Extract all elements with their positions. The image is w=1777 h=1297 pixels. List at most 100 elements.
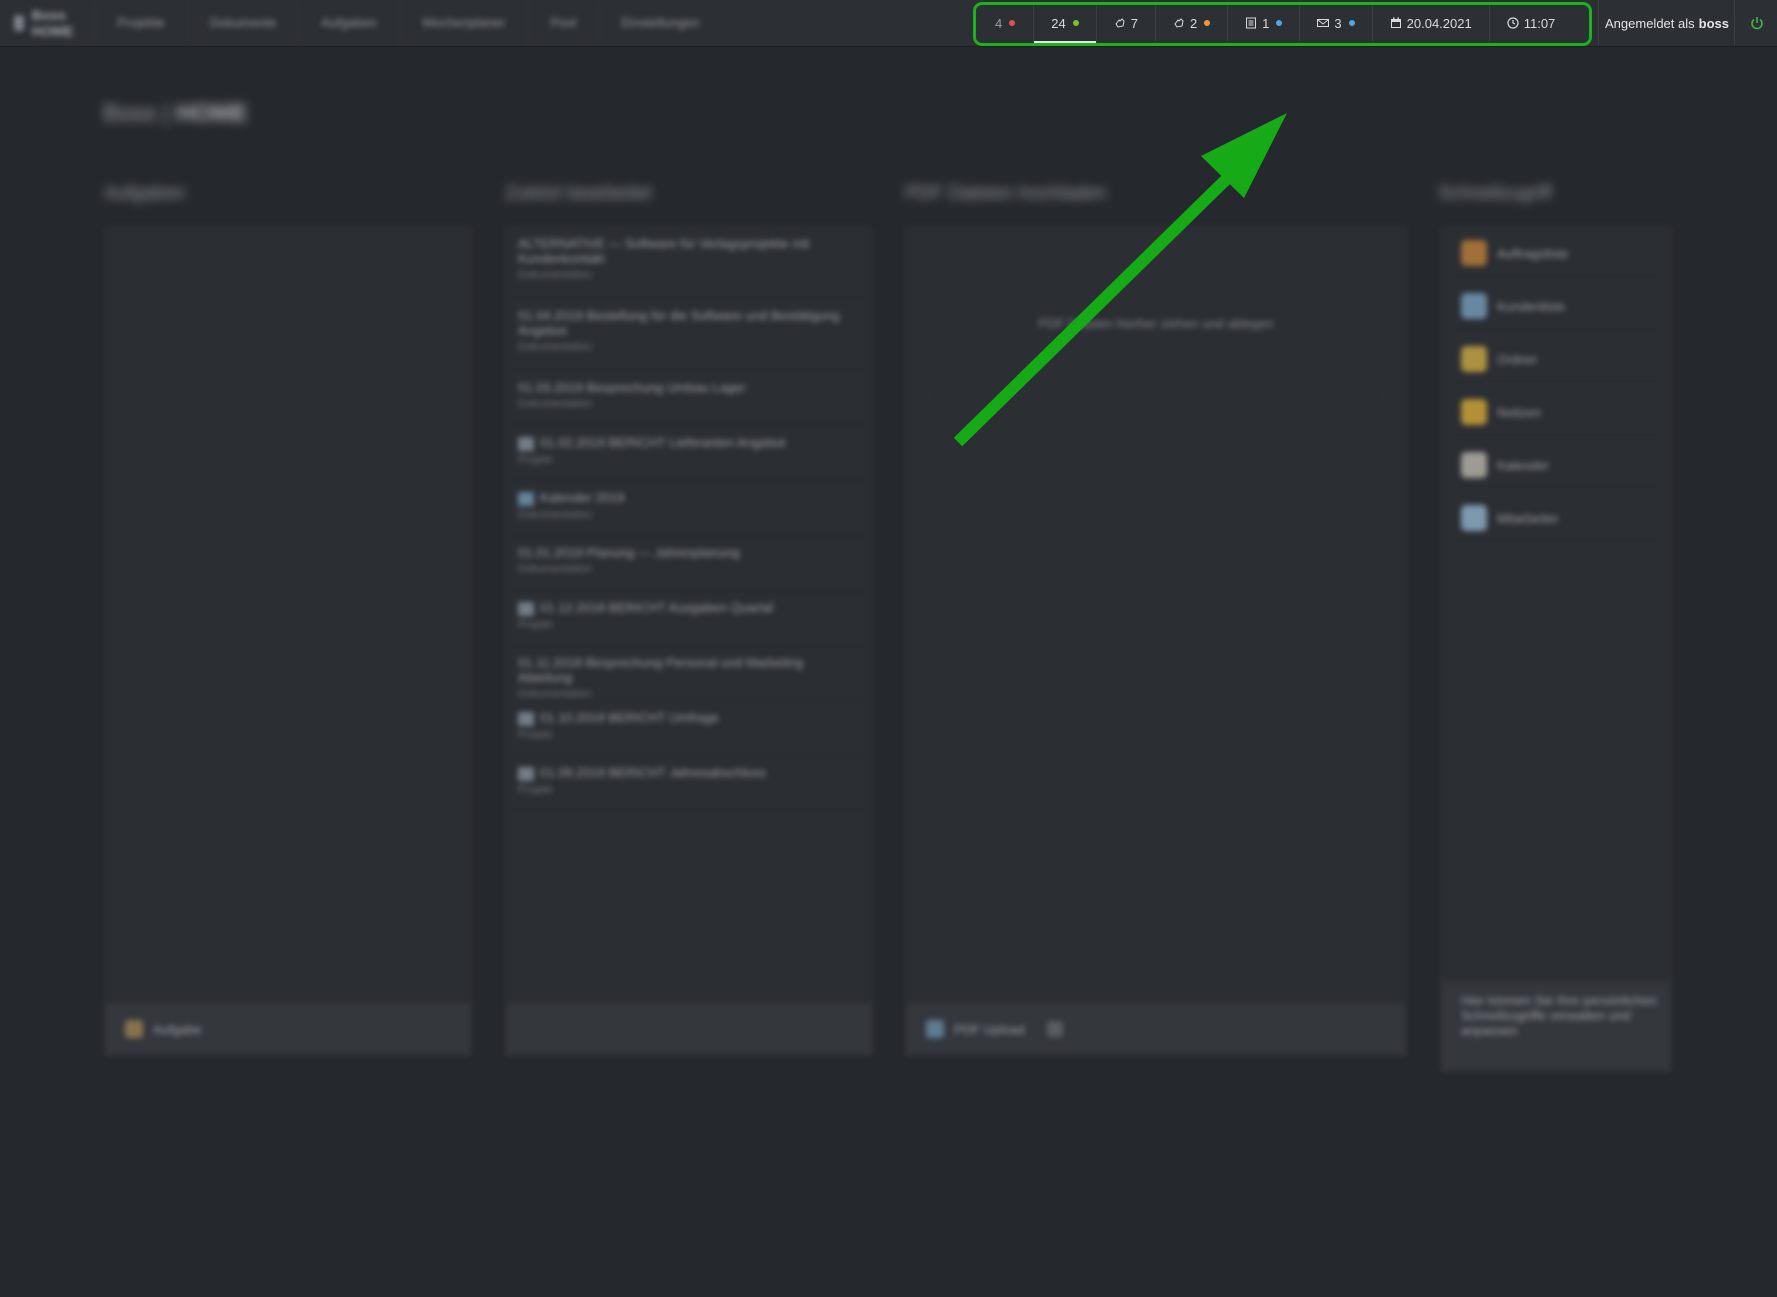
current-time: 11:07 (1523, 15, 1556, 31)
envelope-icon (1317, 17, 1330, 29)
top-bar: Boss HOME Projekte Dokumente Aufgaben Wo… (0, 0, 1777, 47)
power-icon (1750, 16, 1764, 30)
shortcut-item[interactable]: Kalender (1451, 443, 1661, 488)
pdf-panel: PDF Dateien hierher ziehen und ablegen P… (905, 226, 1407, 1056)
status-online-count: 24 (1051, 15, 1066, 31)
shortcut-item[interactable]: Notizen (1451, 390, 1661, 435)
document-icon (518, 436, 534, 451)
recent-item-title: 01.10.2018 BERICHT Umfrage (540, 710, 719, 725)
shortcut-label: Auftragsliste (1497, 245, 1569, 261)
status-lists-count: 1 (1262, 15, 1270, 31)
list-item[interactable]: 01.02.2019 BERICHT Lieferanten Angebot P… (506, 426, 872, 481)
red-dot-icon (1009, 20, 1016, 26)
add-task-button[interactable]: Aufgabe (153, 1022, 201, 1037)
document-icon (518, 601, 534, 616)
settings-icon[interactable] (1046, 1021, 1063, 1037)
shortcuts-footer-text: Hier können Sie Ihre persönlichen Schnel… (1461, 993, 1657, 1038)
hand-icon (1114, 17, 1126, 29)
calendar-icon (1461, 452, 1487, 478)
task-icon (125, 1020, 143, 1038)
recent-item-sub: Dokumentation (518, 269, 592, 281)
clock-icon (1507, 17, 1519, 29)
nav-item-5[interactable]: Pool (527, 0, 598, 46)
list-item[interactable]: 01.11.2018 Besprechung Personal und Mark… (506, 646, 872, 701)
recent-item-sub: Projekt (518, 618, 553, 631)
customers-icon (1461, 293, 1487, 319)
login-user: boss (1698, 15, 1729, 31)
nav-item-3[interactable]: Aufgaben (298, 0, 399, 46)
shortcut-item[interactable]: Mitarbeiter (1451, 496, 1661, 541)
shortcut-label: Kundenliste (1497, 298, 1565, 314)
shortcut-item[interactable]: Ordner (1451, 337, 1661, 382)
pdf-drop-text: PDF Dateien hierher ziehen und ablegen (1038, 315, 1274, 331)
list-item[interactable]: 01.12.2018 BERICHT Ausgaben Quartal Proj… (506, 591, 872, 646)
login-status: Angemeldet als boss (1598, 0, 1735, 46)
tasks-panel: Aufgabe (104, 226, 472, 1056)
status-alerts[interactable]: 4 (977, 4, 1033, 42)
recent-item-title: 01.02.2019 BERICHT Lieferanten Angebot (540, 435, 786, 450)
recent-item-sub: Projekt (518, 783, 553, 796)
notes-icon (1461, 399, 1487, 425)
blue-dot-icon (1276, 20, 1283, 26)
list-item[interactable]: 01.03.2019 Besprechung Umbau Lager Dokum… (506, 371, 872, 426)
recent-item-title: 01.12.2018 BERICHT Ausgaben Quartal (540, 600, 774, 615)
nav-item-4[interactable]: Wochenplaner (398, 0, 528, 46)
list-item[interactable]: 01.10.2018 BERICHT Umfrage Projekt (506, 701, 872, 756)
nav-item-6[interactable]: Einstellungen (598, 0, 721, 46)
status-online[interactable]: 24 (1033, 4, 1097, 43)
orders-icon (1461, 240, 1487, 266)
status-messages[interactable]: 3 (1299, 4, 1371, 42)
hand-icon (1173, 17, 1185, 29)
nav-item-2[interactable]: Dokumente (186, 0, 298, 46)
main-navigation: Boss HOME Projekte Dokumente Aufgaben Wo… (0, 0, 714, 46)
list-item[interactable]: Kalender 2019 Dokumentation (506, 481, 872, 536)
status-date[interactable]: 20.04.2021 (1371, 4, 1489, 42)
recent-item-sub: Dokumentation (518, 398, 592, 410)
nav-item-1[interactable]: Projekte (94, 0, 187, 46)
recent-item-title: 01.09.2018 BERICHT Jahresabschluss (540, 765, 766, 780)
status-pending[interactable]: 2 (1154, 4, 1227, 42)
tasks-heading: Aufgaben (104, 183, 186, 204)
shortcut-item[interactable]: Kundenliste (1451, 284, 1661, 329)
tasks-footer: Aufgabe (105, 1003, 471, 1055)
brand[interactable]: Boss HOME (0, 7, 94, 39)
shortcuts-panel: Auftragsliste Kundenliste Ordner Notizen… (1440, 226, 1672, 1072)
calendar-icon (518, 491, 534, 506)
status-lists[interactable]: 1 (1227, 4, 1299, 42)
logout-button[interactable] (1734, 0, 1777, 46)
pdf-upload-button[interactable]: PDF Upload (954, 1022, 1025, 1037)
recent-item-sub: Projekt (518, 453, 553, 466)
green-dot-icon (1072, 20, 1079, 26)
shortcut-label: Mitarbeiter (1497, 510, 1559, 526)
recent-item-title: ALTERNATIVE — Software für Verlagsprojek… (518, 236, 810, 266)
recent-item-title: 01.11.2018 Besprechung Personal und Mark… (518, 655, 804, 685)
status-time[interactable]: 11:07 (1488, 4, 1573, 42)
status-messages-count: 3 (1334, 15, 1342, 31)
shortcuts-footer: Hier können Sie Ihre persönlichen Schnel… (1441, 981, 1671, 1071)
list-item[interactable]: 01.09.2018 BERICHT Jahresabschluss Proje… (506, 756, 872, 811)
recent-footer (506, 1003, 872, 1055)
shortcuts-heading: Schnellzugriff (1438, 183, 1552, 204)
shortcut-label: Ordner (1497, 351, 1538, 367)
list-item[interactable]: ALTERNATIVE — Software für Verlagsprojek… (506, 227, 872, 299)
recent-item-title: 01.01.2019 Planung — Jahresplanung (518, 545, 740, 560)
current-date: 20.04.2021 (1406, 15, 1472, 31)
status-pending-count: 2 (1189, 15, 1198, 31)
page-title: Boss | HOME (103, 100, 248, 128)
recent-item-title: Kalender 2019 (540, 490, 625, 505)
pdf-drop-zone[interactable]: PDF Dateien hierher ziehen und ablegen (926, 247, 1386, 399)
recent-heading: Zuletzt bearbeitet (505, 183, 652, 204)
staff-icon (1461, 505, 1487, 531)
list-item[interactable]: 01.04.2019 Bestellung für die Software u… (506, 299, 872, 371)
logo-icon (14, 15, 24, 31)
page-title-main: HOME (175, 100, 248, 127)
shortcut-label: Notizen (1497, 404, 1542, 420)
recent-item-sub: Dokumentation (518, 508, 592, 521)
list-item[interactable]: 01.01.2019 Planung — Jahresplanung Dokum… (506, 536, 872, 591)
pdf-heading: PDF Dateien hochladen (905, 183, 1107, 204)
page-title-prefix: Boss | (103, 100, 170, 127)
recent-item-sub: Dokumentation (518, 563, 592, 575)
status-requests[interactable]: 7 (1095, 4, 1155, 42)
shortcut-item[interactable]: Auftragsliste (1451, 231, 1661, 276)
upload-icon (926, 1020, 944, 1038)
